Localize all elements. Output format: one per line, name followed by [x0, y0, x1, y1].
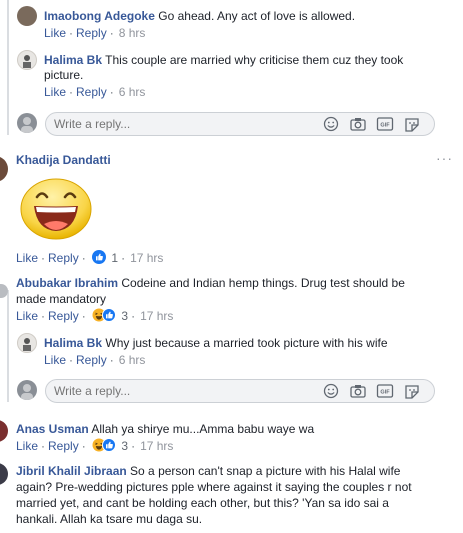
comment-2-line-1: Halima Bk This couple are married why cr…	[44, 52, 403, 68]
timestamp[interactable]: 6 hrs	[119, 85, 146, 99]
comment-4-line-1: Abubakar Ibrahim Codeine and Indian hemp…	[16, 275, 405, 291]
reply-box[interactable]: GIF	[45, 379, 435, 403]
reply-link[interactable]: Reply	[76, 85, 107, 99]
gif-icon[interactable]: GIF	[376, 116, 394, 132]
like-link[interactable]: Like	[16, 309, 38, 323]
like-reaction-icon[interactable]	[92, 250, 107, 264]
comment-1-line: Imaobong Adegoke Go ahead. Any act of lo…	[44, 8, 355, 24]
like-link[interactable]: Like	[44, 26, 66, 40]
timestamp[interactable]: 17 hrs	[130, 251, 163, 265]
timestamp[interactable]: 17 hrs	[140, 309, 173, 323]
comment-5-line: Halima Bk Why just because a married too…	[44, 335, 388, 351]
comment-4-actions: Like · Reply · 3 · 17 hrs	[16, 308, 174, 323]
my-avatar	[17, 113, 37, 133]
reaction-count[interactable]: 3	[121, 309, 128, 323]
comment-text: Why just because a married took picture …	[105, 336, 388, 350]
comment-7-line-2: again? Pre-wedding pictures pple where a…	[16, 480, 412, 494]
comment-3-line: Khadija Dandatti	[16, 152, 111, 168]
reaction-count[interactable]: 3	[121, 439, 128, 453]
reply-link[interactable]: Reply	[76, 353, 107, 367]
reply-link[interactable]: Reply	[48, 309, 79, 323]
like-link[interactable]: Like	[16, 251, 38, 265]
comment-5-actions: Like · Reply · 6 hrs	[44, 353, 146, 367]
reply-input[interactable]	[54, 116, 254, 132]
commenter-name[interactable]: Jibril Khalil Jibraan	[16, 464, 127, 478]
comment-2-line-2: picture.	[44, 68, 84, 82]
sticker-icon[interactable]	[403, 116, 421, 132]
like-link[interactable]: Like	[16, 439, 38, 453]
svg-text:GIF: GIF	[380, 123, 390, 129]
timestamp[interactable]: 6 hrs	[119, 353, 146, 367]
comment-7-line-3: married yet, and cant be holding each ot…	[16, 496, 389, 510]
timestamp[interactable]: 8 hrs	[119, 26, 146, 40]
comment-1-actions: Like · Reply · 8 hrs	[44, 26, 146, 40]
thread-line	[7, 290, 9, 402]
comment-3-actions: Like · Reply · 1 · 17 hrs	[16, 250, 164, 265]
profile-photo-icon	[23, 338, 31, 351]
emoji-icon[interactable]	[322, 383, 340, 399]
more-options-icon[interactable]: ···	[436, 150, 453, 166]
like-link[interactable]: Like	[44, 85, 66, 99]
comment-7-line-4: hankali. Allah ka tsare mu daga su.	[16, 512, 203, 526]
commenter-name[interactable]: Anas Usman	[16, 422, 89, 436]
avatar[interactable]	[0, 420, 8, 442]
comment-7-line-1: Jibril Khalil Jibraan So a person can't …	[16, 463, 400, 479]
big-laughing-emoji	[20, 178, 92, 240]
like-link[interactable]: Like	[44, 353, 66, 367]
camera-icon[interactable]	[349, 383, 367, 399]
comment-text: Go ahead. Any act of love is allowed.	[158, 9, 356, 23]
profile-photo-icon	[21, 384, 33, 400]
reply-link[interactable]: Reply	[48, 439, 79, 453]
sticker-icon[interactable]	[403, 383, 421, 399]
svg-text:GIF: GIF	[380, 390, 390, 396]
commenter-name[interactable]: Halima Bk	[44, 53, 102, 67]
avatar[interactable]	[17, 6, 37, 26]
comment-text: This couple are married why criticise th…	[105, 53, 404, 67]
commenter-name[interactable]: Abubakar Ibrahim	[16, 276, 118, 290]
profile-photo-icon	[23, 55, 31, 68]
gif-icon[interactable]: GIF	[376, 383, 394, 399]
reply-link[interactable]: Reply	[76, 26, 107, 40]
reply-box[interactable]: GIF	[45, 112, 435, 136]
profile-photo-icon	[21, 117, 33, 133]
reply-link[interactable]: Reply	[48, 251, 79, 265]
commenter-name[interactable]: Imaobong Adegoke	[44, 9, 155, 23]
timestamp[interactable]: 17 hrs	[140, 439, 173, 453]
emoji-icon[interactable]	[322, 116, 340, 132]
like-reaction-icon[interactable]	[102, 438, 117, 452]
commenter-name[interactable]: Khadija Dandatti	[16, 153, 111, 167]
comment-2-actions: Like · Reply · 6 hrs	[44, 85, 146, 99]
comment-6-actions: Like · Reply · 3 · 17 hrs	[16, 438, 174, 453]
reply-input[interactable]	[54, 383, 254, 399]
avatar[interactable]	[17, 333, 37, 353]
avatar[interactable]	[17, 50, 37, 70]
commenter-name[interactable]: Halima Bk	[44, 336, 102, 350]
comment-4-line-2: made mandatory	[16, 292, 107, 306]
my-avatar	[17, 380, 37, 400]
comment-text: So a person can't snap a picture with hi…	[130, 464, 401, 478]
reaction-count[interactable]: 1	[111, 251, 118, 265]
comment-text: Allah ya shirye mu...Amma babu waye wa	[91, 422, 315, 436]
avatar[interactable]	[0, 463, 8, 485]
thread-line	[7, 0, 9, 135]
avatar[interactable]	[0, 156, 8, 182]
comment-6-line: Anas Usman Allah ya shirye mu...Amma bab…	[16, 421, 314, 437]
like-reaction-icon[interactable]	[102, 308, 117, 322]
camera-icon[interactable]	[349, 116, 367, 132]
comment-text: Codeine and Indian hemp things. Drug tes…	[121, 276, 405, 290]
